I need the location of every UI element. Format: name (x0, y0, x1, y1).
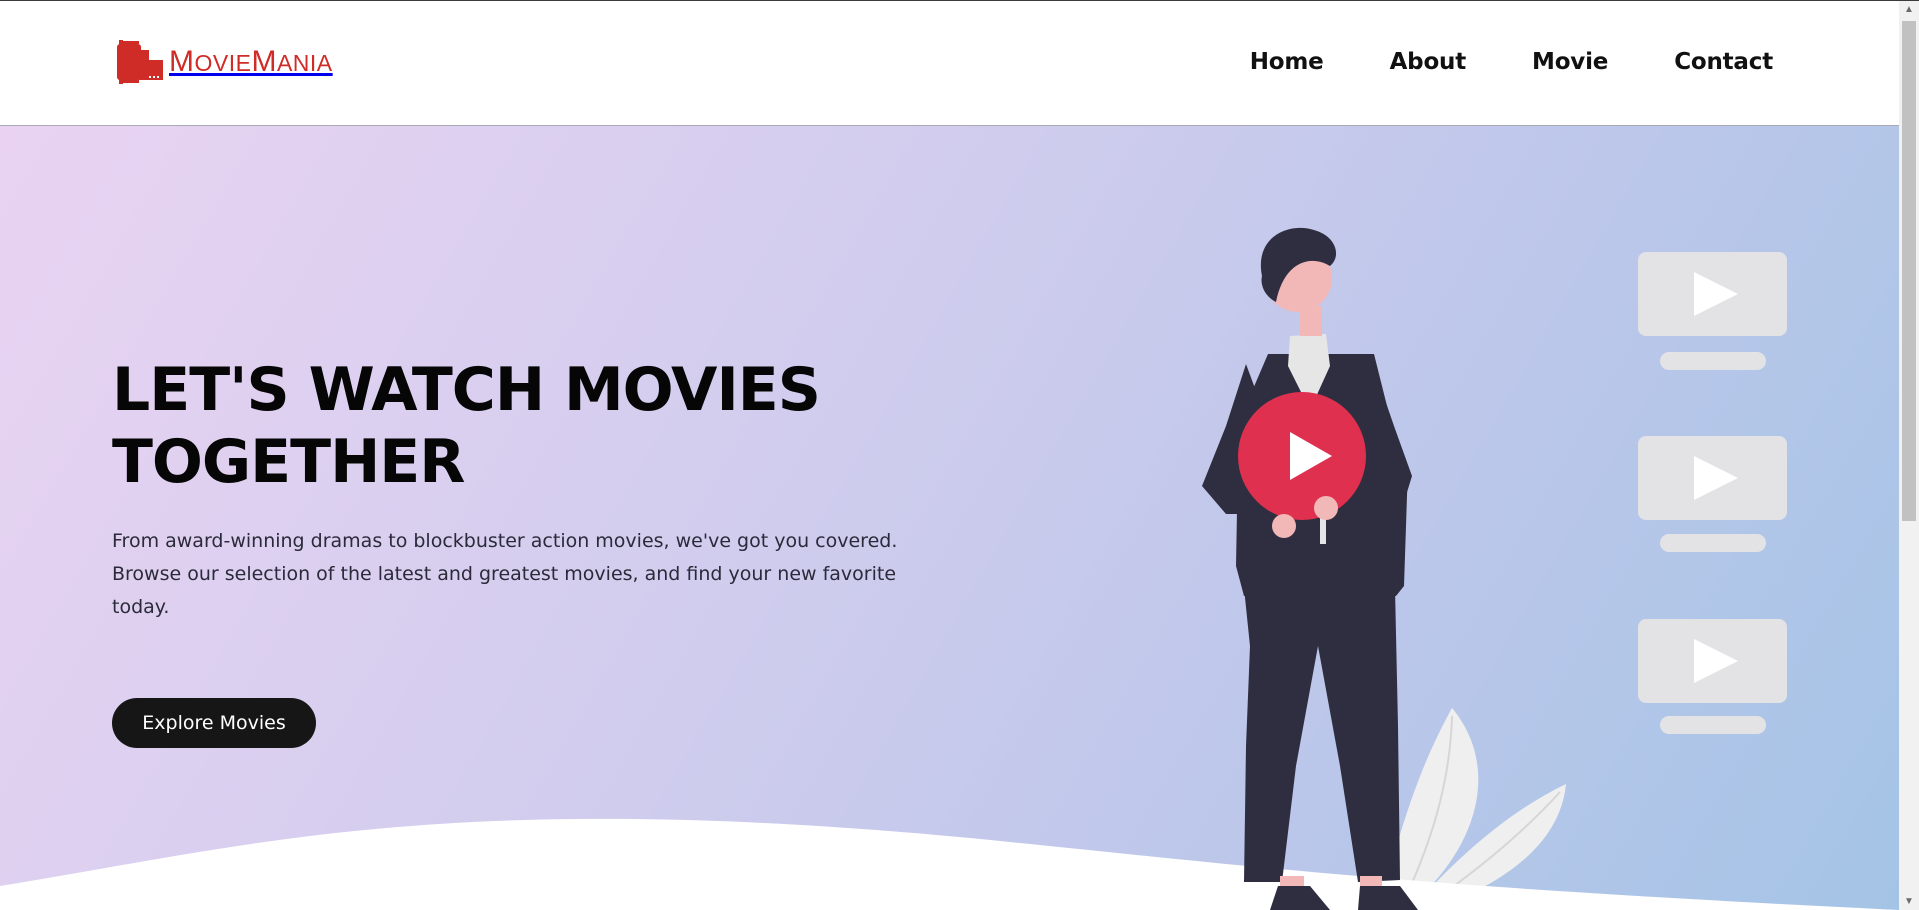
site-logo[interactable]: MOVIEMANIA (117, 39, 333, 85)
hero-section: LET'S WATCH MOVIES TOGETHER From award-wi… (0, 126, 1899, 910)
nav-home[interactable]: Home (1250, 49, 1324, 75)
video-thumbnail-1 (1638, 252, 1787, 370)
film-reel-icon (117, 40, 163, 84)
logo-text: MOVIEMANIA (169, 45, 333, 78)
scroll-down-arrow-icon[interactable]: ▼ (1899, 893, 1919, 910)
vertical-scrollbar[interactable]: ▲ ▼ (1899, 1, 1919, 910)
nav-about[interactable]: About (1390, 49, 1467, 75)
scrollbar-thumb[interactable] (1902, 21, 1916, 521)
bottom-wave (0, 818, 1899, 910)
plant-illustration (1380, 708, 1566, 910)
video-thumbnail-3 (1638, 619, 1787, 734)
site-header: MOVIEMANIA Home About Movie Contact (0, 1, 1899, 126)
video-thumbnail-2 (1638, 436, 1787, 552)
person-illustration (1202, 227, 1418, 910)
main-nav: Home About Movie Contact (1250, 49, 1773, 75)
scroll-up-arrow-icon[interactable]: ▲ (1899, 1, 1919, 18)
hero-illustration (0, 227, 1899, 910)
nav-contact[interactable]: Contact (1674, 49, 1773, 75)
nav-movie[interactable]: Movie (1532, 49, 1608, 75)
